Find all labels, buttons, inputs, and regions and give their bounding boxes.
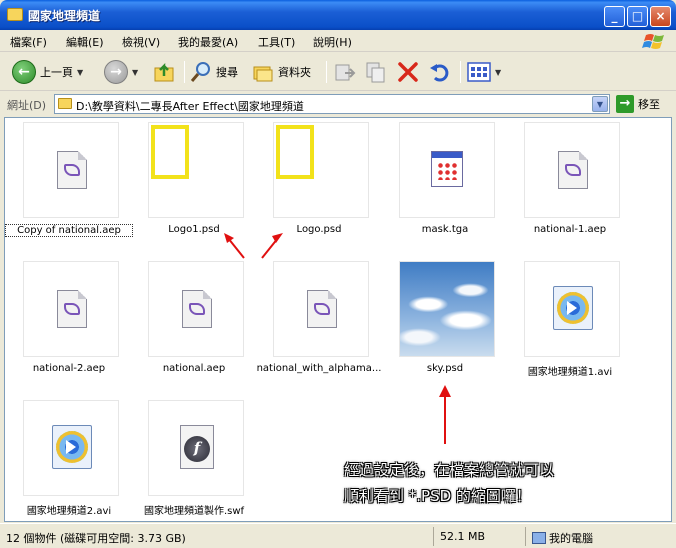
menu-view[interactable]: 檢視(V) [122,34,160,50]
undo-icon [430,64,449,82]
annotation-arrow-icon [224,233,283,259]
file-thumbnail [23,400,119,496]
file-thumbnail [23,261,119,357]
search-label: 搜尋 [216,66,238,79]
file-name: mask.tga [421,224,469,235]
media-player-icon [553,286,593,330]
address-label: 網址(D) [7,99,47,112]
copy-to-icon [366,62,385,83]
file-name: 國家地理頻道2.avi [26,506,112,517]
menu-bar: 檔案(F) 編輯(E) 檢視(V) 我的最愛(A) 工具(T) 說明(H) [0,30,676,52]
file-name: national-2.aep [32,363,106,374]
back-button[interactable]: ← 上一頁 ▼ [12,59,83,85]
search-button[interactable]: 搜尋 [190,59,238,85]
window-title: 國家地理頻道 [28,9,101,23]
file-thumbnail [148,122,244,218]
minimize-button[interactable]: _ [604,6,625,27]
folders-button[interactable]: 資料夾 [252,59,311,85]
delete-icon [398,62,418,82]
up-folder-icon [154,62,174,82]
menu-tools[interactable]: 工具(T) [258,34,295,50]
go-button[interactable]: → 移至 [616,95,660,113]
up-button[interactable] [153,59,177,85]
menu-help[interactable]: 說明(H) [313,34,352,50]
move-to-button[interactable] [333,59,357,85]
search-icon [190,62,210,82]
file-thumbnail: f [148,400,244,496]
aep-file-icon [57,290,87,328]
status-bar: 12 個物件 (磁碟可用空間: 3.73 GB) 52.1 MB 我的電腦 [0,523,676,548]
menu-edit[interactable]: 編輯(E) [66,34,104,50]
computer-icon [532,532,546,544]
flash-file-icon: f [180,425,214,469]
file-name: national_with_alphama... [256,363,382,374]
close-button[interactable]: × [650,6,671,27]
tga-file-icon [431,151,463,187]
file-thumbnail [524,261,620,357]
file-thumbnail [148,261,244,357]
file-name: 國家地理頻道製作.swf [143,506,245,517]
folders-label: 資料夾 [278,66,311,79]
address-bar: 網址(D) D:\教學資料\二專長After Effect\國家地理頻道 ▼ →… [0,92,676,116]
file-thumbnail [524,122,620,218]
aep-file-icon [558,151,588,189]
maximize-button[interactable]: □ [627,6,648,27]
file-name: sky.psd [426,363,464,374]
aep-file-icon [182,290,212,328]
file-thumbnail [399,122,495,218]
folder-icon [58,98,72,109]
folders-icon [253,66,273,82]
go-label: 移至 [638,98,660,111]
undo-button[interactable] [428,59,452,85]
address-dropdown-button[interactable]: ▼ [592,96,608,112]
menu-file[interactable]: 檔案(F) [10,34,47,50]
windows-logo-icon [642,34,664,49]
views-button[interactable]: ▼ [467,59,501,85]
file-name: national.aep [162,363,226,374]
delete-button[interactable] [397,59,419,85]
move-to-icon [335,64,356,81]
file-thumbnail [23,122,119,218]
psd-preview [151,125,189,179]
toolbar: ← 上一頁 ▼ → ▼ 搜尋 資料夾 ▼ [0,53,676,91]
forward-button[interactable]: → ▼ [104,59,138,85]
address-input[interactable]: D:\教學資料\二專長After Effect\國家地理頻道 ▼ [54,94,610,114]
chevron-down-icon: ▼ [495,67,502,77]
status-location-label: 我的電腦 [549,532,593,545]
psd-preview [276,125,314,179]
status-objects: 12 個物件 (磁碟可用空間: 3.73 GB) [2,527,434,546]
back-label: 上一頁 [40,66,73,79]
chevron-down-icon: ▼ [77,67,84,77]
media-player-icon [52,425,92,469]
folder-icon [7,8,23,21]
sky-preview [400,262,494,356]
file-thumbnail [399,261,495,357]
file-name: Copy of national.aep [5,224,133,237]
annotation-text: 經過設定後，在檔案總管就可以 順利看到 *.PSD 的縮圖囉！ [344,457,554,509]
menu-favorites[interactable]: 我的最愛(A) [178,34,238,50]
aep-file-icon [307,290,337,328]
aep-file-icon [57,151,87,189]
file-name: national-1.aep [533,224,607,235]
file-thumbnail [273,122,369,218]
annotation-arrow-icon [439,385,451,444]
title-bar[interactable]: 國家地理頻道 _ □ × [0,0,676,30]
file-name: 國家地理頻道1.avi [527,367,613,378]
back-icon: ← [12,60,36,84]
address-path: D:\教學資料\二專長After Effect\國家地理頻道 [76,100,304,113]
annotation-line-1: 經過設定後，在檔案總管就可以 [344,461,555,479]
forward-icon: → [104,60,128,84]
file-thumbnail [273,261,369,357]
file-view[interactable]: Copy of national.aep Logo1.psd Logo.psd … [4,117,672,522]
chevron-down-icon: ▼ [132,67,139,77]
go-arrow-icon: → [616,95,634,113]
status-size: 52.1 MB [436,527,526,546]
status-location: 我的電腦 [528,527,672,546]
views-icon [467,62,491,82]
annotation-line-2: 順利看到 *.PSD 的縮圖囉！ [344,487,531,505]
copy-to-button[interactable] [364,59,388,85]
